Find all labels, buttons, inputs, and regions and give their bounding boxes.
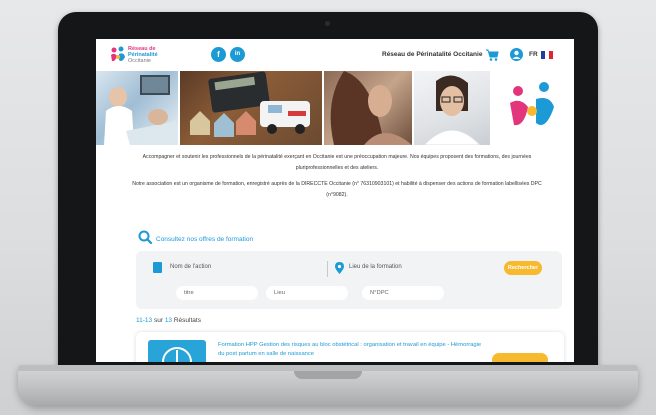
search-icon <box>138 230 152 244</box>
search-heading: Consultez nos offres de formation <box>156 236 254 243</box>
title-filter-input[interactable]: titre <box>176 286 258 300</box>
facebook-icon[interactable]: f <box>211 47 226 62</box>
user-account-icon[interactable] <box>510 48 523 61</box>
field-divider <box>327 261 328 277</box>
lid-notch <box>294 371 362 379</box>
cart-icon[interactable] <box>485 48 499 62</box>
site-header: Réseau de Périnatalité Occitanie f in Ré… <box>96 39 574 71</box>
family-logo-icon <box>111 46 125 62</box>
banner-photo-woman <box>324 71 412 145</box>
results-label: Résultats <box>173 317 201 324</box>
training-thumbnail <box>148 340 206 362</box>
banner-photo-doctor <box>414 71 490 145</box>
training-card[interactable]: Formation HPP Gestion des risques au blo… <box>136 332 564 362</box>
banner-photo-calculator-houses <box>180 71 322 145</box>
french-flag-icon[interactable] <box>541 51 553 59</box>
results-sur: sur <box>153 317 163 324</box>
site-title: Réseau de Périnatalité Occitanie <box>382 51 483 58</box>
training-title[interactable]: Formation HPP Gestion des risques au blo… <box>218 341 488 359</box>
results-total: 13 <box>164 317 173 324</box>
site-logo[interactable]: Réseau de Périnatalité Occitanie <box>110 44 170 66</box>
place-filter-input[interactable]: Lieu <box>266 286 348 300</box>
banner-family-logo <box>490 71 574 145</box>
linkedin-icon[interactable]: in <box>230 47 245 62</box>
search-panel: Nom de l'action Lieu de la formation Rec… <box>136 251 562 309</box>
laptop-bezel: Réseau de Périnatalité Occitanie f in Ré… <box>58 12 598 372</box>
dpc-number-input[interactable]: N°DPC <box>362 286 444 300</box>
search-button[interactable]: Rechercher <box>504 261 542 275</box>
results-count: 11-13 sur 13 Résultats <box>136 317 201 324</box>
language-selector[interactable]: FR <box>529 51 538 58</box>
laptop-base <box>18 365 638 405</box>
results-range: 11-13 <box>136 317 153 324</box>
intro-paragraph-2: Notre association est un organisme de fo… <box>132 181 542 198</box>
training-detail-button[interactable] <box>492 353 548 362</box>
intro-paragraph-1: Accompagner et soutenir les professionne… <box>142 154 532 171</box>
document-icon <box>153 262 162 273</box>
training-location-input[interactable]: Lieu de la formation <box>349 264 402 270</box>
logo-line-3: Occitanie <box>128 58 151 64</box>
laptop-screen: Réseau de Périnatalité Occitanie f in Ré… <box>96 39 574 362</box>
location-pin-icon <box>335 262 344 274</box>
action-name-input[interactable]: Nom de l'action <box>170 264 211 270</box>
banner-photo-ultrasound <box>96 71 178 145</box>
intro-text: Accompagner et soutenir les professionne… <box>122 152 552 206</box>
hero-banner <box>96 71 574 145</box>
webcam <box>325 21 330 26</box>
